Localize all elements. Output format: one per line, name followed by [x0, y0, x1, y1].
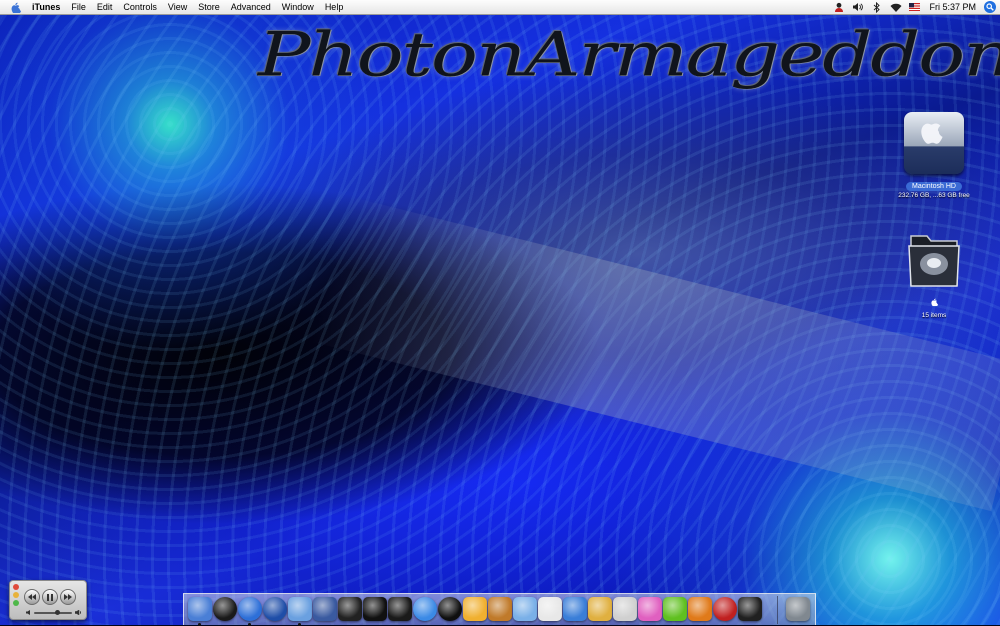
dock-iphoto-icon[interactable]	[313, 597, 337, 621]
folder-apple-label	[898, 298, 970, 308]
folder-icon	[905, 228, 963, 290]
menu-list: iTunes File Edit Controls View Store Adv…	[32, 0, 354, 14]
next-track-button[interactable]	[60, 589, 76, 605]
dock-music-circle-icon[interactable]	[713, 597, 737, 621]
desktop-wallpaper: PhotonArmageddon	[0, 14, 1000, 625]
menu-file[interactable]: File	[71, 0, 86, 14]
menu-store[interactable]: Store	[198, 0, 220, 14]
dock-pencil-app-icon[interactable]	[613, 597, 637, 621]
dock-scissors-tool-icon[interactable]	[513, 597, 537, 621]
apple-menu-icon[interactable]	[10, 1, 22, 13]
volume-slider[interactable]	[26, 610, 82, 615]
desktop-folder-icon[interactable]: 15 items	[898, 228, 970, 319]
minimize-button[interactable]	[13, 592, 19, 598]
volume-low-icon	[26, 610, 30, 615]
dock-ichat-video-icon[interactable]	[438, 597, 462, 621]
macintosh-hd-icon[interactable]: Macintosh HD 232.76 GB, ...63 GB free	[896, 112, 972, 199]
menu-controls[interactable]: Controls	[123, 0, 157, 14]
menu-extras: Fri 5:37 PM	[826, 0, 1000, 14]
dock-trash-icon[interactable]	[786, 597, 810, 621]
window-controls	[13, 584, 19, 608]
itunes-mini-player	[9, 580, 87, 620]
menu-bar: iTunes File Edit Controls View Store Adv…	[0, 0, 1000, 15]
hard-drive-icon	[904, 112, 964, 174]
bluetooth-icon[interactable]	[870, 0, 883, 14]
dock-ilife-pen-icon[interactable]	[588, 597, 612, 621]
user-icon[interactable]	[832, 0, 845, 14]
menu-edit[interactable]: Edit	[97, 0, 113, 14]
dock-guitar-icon[interactable]	[488, 597, 512, 621]
dock-piano-app-icon[interactable]	[738, 597, 762, 621]
dock-clapboard-icon[interactable]	[388, 597, 412, 621]
menu-window[interactable]: Window	[282, 0, 314, 14]
menu-help[interactable]: Help	[325, 0, 344, 14]
wifi-icon[interactable]	[889, 0, 902, 14]
pause-button[interactable]	[42, 589, 58, 605]
dock-dashboard-icon[interactable]	[213, 597, 237, 621]
folder-info: 15 items	[921, 312, 947, 319]
previous-track-button[interactable]	[24, 589, 40, 605]
dock-itunes-icon[interactable]	[288, 597, 312, 621]
macintosh-hd-label: Macintosh HD	[906, 182, 962, 191]
dock-network-globe-icon[interactable]	[263, 597, 287, 621]
dock-reason-app-icon[interactable]	[688, 597, 712, 621]
volume-track	[34, 612, 72, 614]
macintosh-hd-info: 232.76 GB, ...63 GB free	[898, 192, 970, 199]
dock-dictionary-icon[interactable]	[563, 597, 587, 621]
dock-cube-app-icon[interactable]	[663, 597, 687, 621]
dock-imovie-icon[interactable]	[338, 597, 362, 621]
volume-icon[interactable]	[851, 0, 864, 14]
spotlight-icon[interactable]	[984, 1, 996, 13]
dock	[183, 593, 816, 626]
volume-high-icon	[75, 610, 81, 615]
dock-flower-app-icon[interactable]	[638, 597, 662, 621]
dock-adium-icon[interactable]	[463, 597, 487, 621]
menu-clock[interactable]: Fri 5:37 PM	[929, 0, 976, 14]
dock-finder-icon[interactable]	[188, 597, 212, 621]
volume-knob[interactable]	[54, 610, 60, 615]
dock-separator	[777, 596, 778, 624]
dock-safari-icon[interactable]	[238, 597, 262, 621]
zoom-button[interactable]	[13, 600, 19, 606]
dock-text-edit-icon[interactable]	[538, 597, 562, 621]
close-button[interactable]	[13, 584, 19, 590]
menu-view[interactable]: View	[168, 0, 187, 14]
dock-ichat-icon[interactable]	[413, 597, 437, 621]
flag-icon[interactable]	[908, 0, 921, 14]
menu-app-name[interactable]: iTunes	[32, 0, 60, 14]
wallpaper-title-text: PhotonArmageddon	[258, 20, 1000, 91]
menu-advanced[interactable]: Advanced	[231, 0, 271, 14]
dock-final-cut-icon[interactable]	[363, 597, 387, 621]
